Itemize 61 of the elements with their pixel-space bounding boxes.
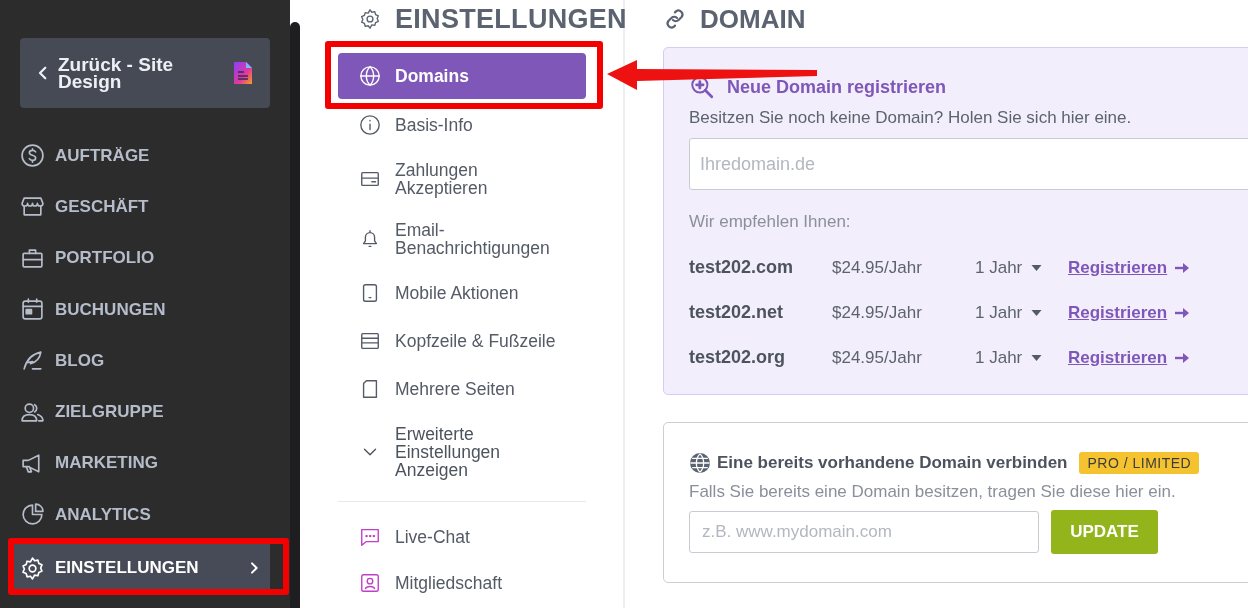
globe-icon: [359, 65, 381, 87]
sidebar-item[interactable]: BUCHUNGEN: [8, 283, 270, 336]
settings-item[interactable]: Kopfzeile & Fußzeile: [338, 317, 586, 365]
register-link[interactable]: Registrieren: [1068, 257, 1168, 278]
layout-icon: [359, 330, 381, 352]
register-title: Neue Domain registrieren: [727, 76, 947, 98]
document-icon: [234, 62, 252, 84]
sidebar-item[interactable]: GESCHÄFT: [8, 181, 270, 233]
sidebar-item[interactable]: AUFTRÄGE: [8, 130, 270, 182]
recommend-label: Wir empfehlen Ihnen:: [689, 212, 852, 232]
sidebar-item[interactable]: MARKETING: [8, 437, 270, 490]
member-card-icon: [359, 572, 381, 594]
domain-input-field[interactable]: z.B. www.mydomain.com: [689, 511, 1039, 553]
settings-item[interactable]: Basis-Info: [338, 101, 586, 149]
link-icon: [663, 7, 687, 31]
dollar-icon: [20, 143, 45, 169]
register-link[interactable]: Registrieren: [1068, 302, 1168, 323]
plan-badge: PRO / LIMITED: [1079, 452, 1200, 474]
scrollbar[interactable]: [290, 22, 300, 608]
sidebar-item[interactable]: ZIELGRUPPE: [8, 386, 270, 438]
caret-icon: [1031, 264, 1043, 271]
arrow-right-icon: [1175, 352, 1190, 363]
pie-chart-icon: [20, 502, 45, 528]
connect-title: Eine bereits vorhandene Domain verbinden: [717, 453, 1068, 473]
domain-title: DOMAIN: [700, 3, 806, 35]
settings-icon: [359, 8, 381, 30]
settings-item[interactable]: Mehrere Seiten: [338, 365, 586, 413]
calendar-icon: [20, 297, 45, 323]
settings-title: EINSTELLUNGEN: [395, 3, 627, 35]
arrow-right-icon: [1175, 307, 1190, 318]
chat-icon: [359, 526, 381, 548]
caret-icon: [1031, 309, 1043, 316]
domain-input-field[interactable]: Ihredomain.de: [689, 138, 1248, 190]
settings-item[interactable]: Live-Chat: [338, 514, 586, 560]
settings-item[interactable]: Zahlungen Akzeptieren: [338, 149, 586, 209]
register-description: Besitzen Sie noch keine Domain? Holen Sie sich hier eine.: [689, 108, 1133, 128]
domain-name: test202.com: [689, 257, 795, 278]
term-dropdown[interactable]: 1 Jahr: [975, 347, 1068, 368]
settings-item[interactable]: Mitgliedschaft: [338, 560, 586, 606]
sidebar-item[interactable]: PORTFOLIO: [8, 232, 270, 284]
expand-toggle[interactable]: Erweiterte Einstellungen Anzeigen: [338, 413, 586, 491]
connect-description: Falls Sie bereits eine Domain besitzen, tragen Sie diese hier ein.: [689, 482, 1177, 502]
globe-icon: [689, 452, 711, 474]
info-icon: [359, 114, 381, 136]
register-link[interactable]: Registrieren: [1068, 347, 1168, 368]
price-text: $24.95/Jahr: [832, 302, 923, 323]
settings-item[interactable]: Email-Benachrichtigungen: [338, 209, 586, 269]
price-text: $24.95/Jahr: [832, 347, 923, 368]
price-text: $24.95/Jahr: [832, 257, 923, 278]
settings-icon: [20, 555, 45, 581]
settings-item[interactable]: Domains: [338, 53, 586, 99]
domain-name: test202.org: [689, 347, 787, 368]
term-dropdown[interactable]: 1 Jahr: [975, 302, 1068, 323]
settings-item[interactable]: Mobile Aktionen: [338, 269, 586, 317]
back-button[interactable]: Zurück - Site Design: [20, 38, 270, 108]
caret-icon: [1031, 354, 1043, 361]
domain-name: test202.net: [689, 302, 785, 323]
sidebar-item[interactable]: BLOG: [8, 335, 270, 387]
term-dropdown[interactable]: 1 Jahr: [975, 257, 1068, 278]
arrow-right-icon: [1175, 262, 1190, 273]
sidebar-item[interactable]: ANALYTICS: [8, 489, 270, 541]
